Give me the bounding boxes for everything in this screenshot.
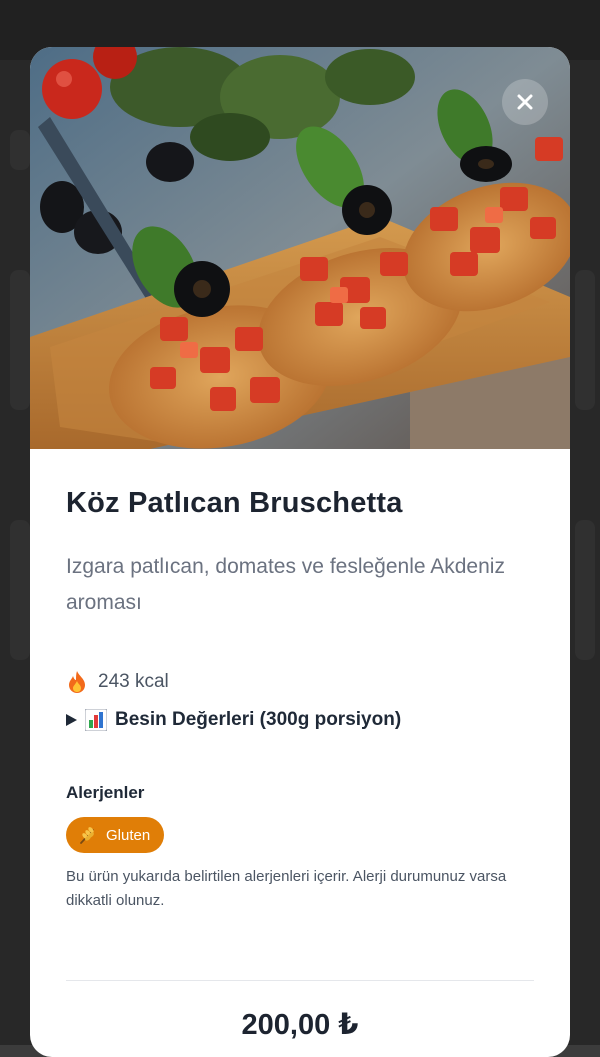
product-title: Köz Patlıcan Bruschetta [66, 487, 403, 519]
product-description: Izgara patlıcan, domates ve fesleğenle A… [66, 555, 505, 614]
calories-value: 243 kcal [98, 671, 169, 692]
calories-row: 243 kcal [66, 670, 169, 694]
bar-chart-icon [85, 709, 107, 731]
allergen-name: Gluten [106, 826, 151, 844]
allergens-heading: Alerjenler [66, 783, 145, 802]
close-button[interactable] [502, 79, 548, 125]
product-image [30, 47, 570, 449]
nutrition-label: Besin Değerleri (300g porsiyon) [115, 709, 402, 730]
divider [66, 980, 534, 981]
product-price: 200,00 ₺ [241, 1009, 359, 1041]
allergen-warning: Bu ürün yukarıda belirtilen alerjenleri … [66, 868, 507, 909]
nutrition-toggle[interactable]: Besin Değerleri (300g porsiyon) [66, 709, 401, 731]
product-detail-modal: Köz Patlıcan Bruschetta Izgara patlıcan,… [30, 47, 570, 1057]
allergen-badge: Gluten [66, 817, 165, 853]
close-icon [517, 94, 533, 110]
flame-icon [69, 671, 85, 693]
wheat-icon [80, 827, 94, 844]
triangle-right-icon [66, 714, 77, 726]
